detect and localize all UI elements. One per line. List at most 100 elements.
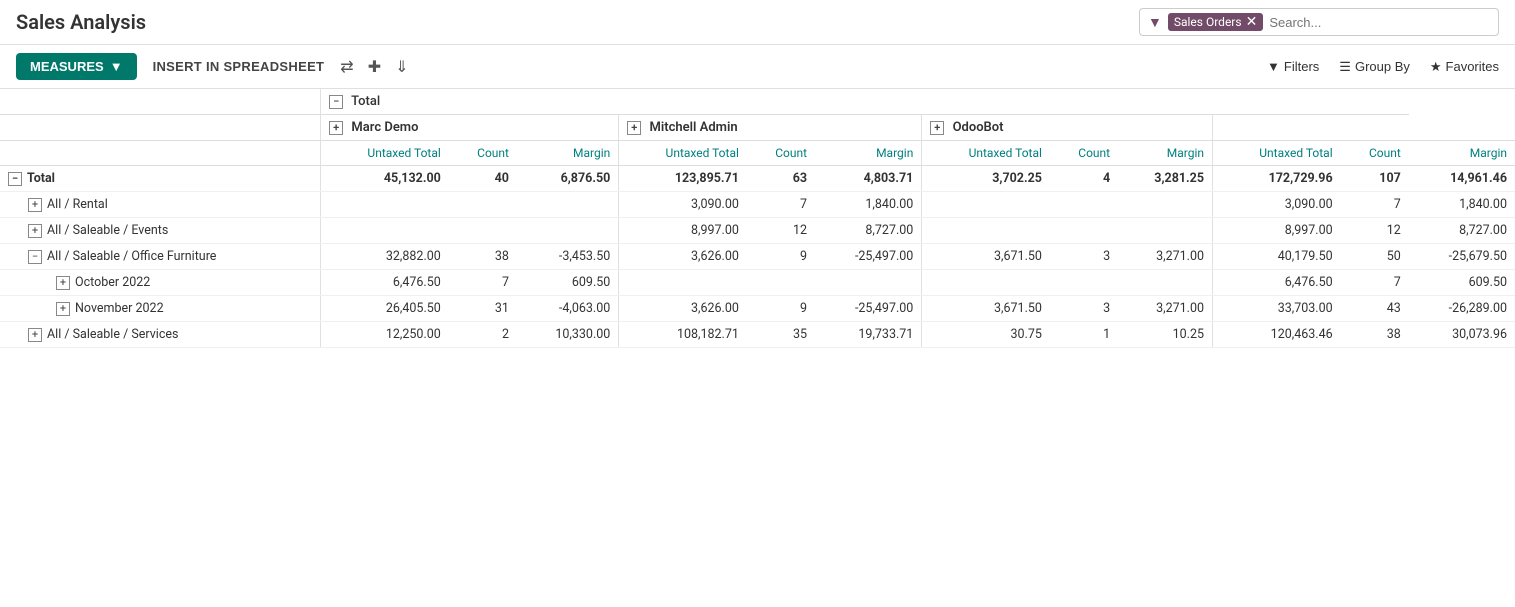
row-expand-icon[interactable]: +: [28, 328, 42, 342]
marc-demo-expand-icon[interactable]: +: [329, 121, 343, 135]
cell-marc_demo-untaxed: 6,476.50: [321, 270, 449, 296]
cell-marc_demo-untaxed: [321, 218, 449, 244]
cell-odoobot-count: 1: [1050, 322, 1118, 348]
cell-marc_demo-margin: 10,330.00: [517, 322, 619, 348]
cell-grand-margin: 14,961.46: [1409, 166, 1515, 192]
favorites-button[interactable]: ★ Favorites: [1430, 59, 1499, 75]
table-row: −Total45,132.00406,876.50123,895.71634,8…: [0, 166, 1515, 192]
row-collapse-icon[interactable]: −: [28, 250, 42, 264]
odoobot-header: + OdooBot: [922, 115, 1213, 141]
filters-button[interactable]: ▼ Filters: [1267, 59, 1319, 74]
cell-odoobot-untaxed: [922, 192, 1050, 218]
filter-icon: ▼: [1148, 14, 1162, 31]
cell-odoobot-margin: 3,281.25: [1118, 166, 1212, 192]
table-row: +All / Saleable / Events8,997.00128,727.…: [0, 218, 1515, 244]
odoobot-expand-icon[interactable]: +: [930, 121, 944, 135]
cell-grand-untaxed: 6,476.50: [1213, 270, 1341, 296]
cell-mitchell_admin-margin: 19,733.71: [815, 322, 922, 348]
groupby-button[interactable]: ☰ Group By: [1339, 59, 1410, 75]
cell-grand-margin: -26,289.00: [1409, 296, 1515, 322]
cell-mitchell_admin-untaxed: 3,626.00: [619, 244, 747, 270]
search-input[interactable]: [1269, 15, 1490, 30]
cell-marc_demo-count: 7: [449, 270, 517, 296]
cell-mitchell_admin-margin: -25,497.00: [815, 296, 922, 322]
cell-mitchell_admin-untaxed: 123,895.71: [619, 166, 747, 192]
header-total-row: − Total: [0, 89, 1515, 115]
top-bar: Sales Analysis ▼ Sales Orders ✕: [0, 0, 1515, 45]
cell-grand-count: 43: [1341, 296, 1409, 322]
measures-chevron-icon: ▼: [110, 59, 123, 74]
row-expand-icon[interactable]: +: [56, 276, 70, 290]
cell-mitchell_admin-count: 63: [747, 166, 815, 192]
mitchell-admin-expand-icon[interactable]: +: [627, 121, 641, 135]
cell-marc_demo-untaxed: 45,132.00: [321, 166, 449, 192]
cell-grand-untaxed: 40,179.50: [1213, 244, 1341, 270]
cell-grand-margin: 8,727.00: [1409, 218, 1515, 244]
cell-marc_demo-margin: -3,453.50: [517, 244, 619, 270]
cell-marc_demo-margin: -4,063.00: [517, 296, 619, 322]
table-container: − Total + Marc Demo + Mitchell Admin: [0, 89, 1515, 348]
cell-marc_demo-untaxed: 32,882.00: [321, 244, 449, 270]
cell-odoobot-count: 3: [1050, 296, 1118, 322]
search-filter-tag[interactable]: Sales Orders ✕: [1168, 13, 1263, 31]
marc-untaxed-header: Untaxed Total: [321, 141, 449, 166]
cell-grand-margin: 30,073.96: [1409, 322, 1515, 348]
cell-grand-margin: 609.50: [1409, 270, 1515, 296]
cell-mitchell_admin-margin: 8,727.00: [815, 218, 922, 244]
search-area: ▼ Sales Orders ✕: [1139, 8, 1499, 36]
toolbar: MEASURES ▼ INSERT IN SPREADSHEET ⇄ ✚ ⇓ ▼…: [0, 45, 1515, 89]
mitchell-margin-header: Margin: [815, 141, 922, 166]
cell-mitchell_admin-untaxed: 108,182.71: [619, 322, 747, 348]
cell-marc_demo-count: 40: [449, 166, 517, 192]
row-expand-icon[interactable]: +: [56, 302, 70, 316]
insert-spreadsheet-button[interactable]: INSERT IN SPREADSHEET: [153, 59, 325, 74]
table-row: −All / Saleable / Office Furniture32,882…: [0, 244, 1515, 270]
cell-odoobot-margin: 10.25: [1118, 322, 1212, 348]
grand-margin-header: Margin: [1409, 141, 1515, 166]
swap-icon[interactable]: ⇄: [340, 57, 353, 76]
cell-mitchell_admin-untaxed: 3,626.00: [619, 296, 747, 322]
cell-mitchell_admin-untaxed: 8,997.00: [619, 218, 747, 244]
cell-odoobot-untaxed: 3,671.50: [922, 296, 1050, 322]
row-label: +All / Saleable / Events: [0, 218, 321, 244]
filters-icon: ▼: [1267, 59, 1280, 74]
move-icon[interactable]: ✚: [368, 57, 381, 76]
cell-marc_demo-count: 2: [449, 322, 517, 348]
cell-marc_demo-margin: 6,876.50: [517, 166, 619, 192]
cell-marc_demo-count: [449, 192, 517, 218]
marc-count-header: Count: [449, 141, 517, 166]
mitchell-admin-header: + Mitchell Admin: [619, 115, 922, 141]
row-expand-icon[interactable]: +: [28, 224, 42, 238]
groupby-label: Group By: [1355, 59, 1410, 74]
row-expand-icon[interactable]: +: [28, 198, 42, 212]
mitchell-untaxed-header: Untaxed Total: [619, 141, 747, 166]
favorites-icon: ★: [1430, 59, 1442, 75]
toolbar-icons: ⇄ ✚ ⇓: [340, 57, 408, 76]
row-label: +November 2022: [0, 296, 321, 322]
odoobot-untaxed-header: Untaxed Total: [922, 141, 1050, 166]
cell-odoobot-margin: 3,271.00: [1118, 296, 1212, 322]
row-label: +October 2022: [0, 270, 321, 296]
cell-grand-margin: -25,679.50: [1409, 244, 1515, 270]
cell-grand-count: 107: [1341, 166, 1409, 192]
row-label: −Total: [0, 166, 321, 192]
cell-mitchell_admin-margin: -25,497.00: [815, 244, 922, 270]
row-collapse-icon[interactable]: −: [8, 172, 22, 186]
cell-grand-count: 7: [1341, 270, 1409, 296]
row-label: +All / Rental: [0, 192, 321, 218]
download-icon[interactable]: ⇓: [395, 57, 408, 76]
insert-spreadsheet-label: INSERT IN SPREADSHEET: [153, 59, 325, 74]
cell-odoobot-margin: [1118, 192, 1212, 218]
table-row: +All / Rental3,090.0071,840.003,090.0071…: [0, 192, 1515, 218]
filter-tag-close[interactable]: ✕: [1246, 15, 1258, 29]
cell-grand-untaxed: 120,463.46: [1213, 322, 1341, 348]
cell-mitchell_admin-count: 12: [747, 218, 815, 244]
measures-button[interactable]: MEASURES ▼: [16, 53, 137, 80]
filters-label: Filters: [1284, 59, 1319, 74]
cell-mitchell_admin-count: 35: [747, 322, 815, 348]
total-collapse-icon[interactable]: −: [329, 95, 343, 109]
cell-mitchell_admin-count: [747, 270, 815, 296]
cell-odoobot-margin: 3,271.00: [1118, 244, 1212, 270]
cell-odoobot-count: [1050, 270, 1118, 296]
cell-mitchell_admin-untaxed: 3,090.00: [619, 192, 747, 218]
